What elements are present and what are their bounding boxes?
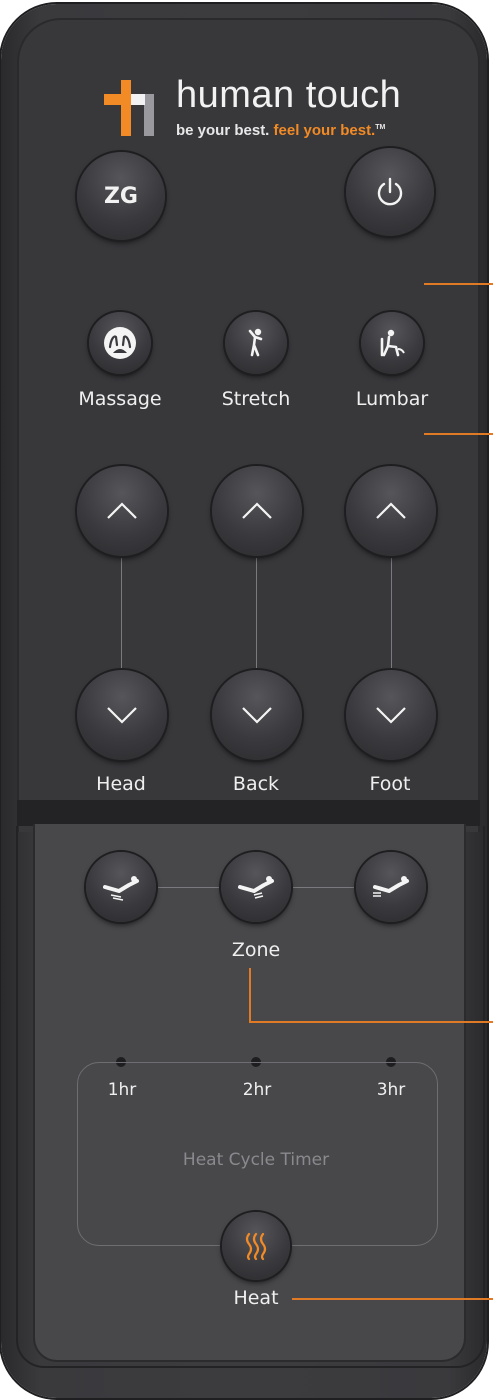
stretch-label: Stretch [221, 388, 291, 410]
lumbar-button[interactable] [361, 312, 423, 374]
tagline-accent: feel your best. [273, 122, 376, 139]
massage-hands-icon [104, 327, 136, 359]
chevron-up-icon [107, 502, 137, 519]
chevron-down-icon [107, 707, 137, 724]
lumbar-label: Lumbar [355, 388, 429, 410]
remote-control: human touch be your best. feel your best… [0, 0, 493, 1400]
stretch-button[interactable] [225, 312, 287, 374]
back-label: Back [232, 773, 280, 795]
upper-zone-button[interactable] [86, 852, 156, 922]
stretch-person-icon [248, 328, 263, 357]
back-down-button[interactable] [212, 670, 302, 760]
foot-down-button[interactable] [346, 670, 436, 760]
head-up-button[interactable] [77, 466, 167, 556]
chevron-down-icon [376, 707, 406, 724]
callout-line-programs-top [424, 283, 493, 285]
tagline-prefix: be your best. [176, 122, 270, 139]
back-rail [256, 550, 257, 680]
chevron-down-icon [242, 707, 272, 724]
callout-line-heat [292, 1298, 493, 1300]
foot-label: Foot [369, 773, 411, 795]
timer-2hr-label: 2hr [242, 1080, 272, 1100]
upper-zone-icon [103, 876, 139, 901]
panel-divider [17, 800, 480, 826]
callout-line-zone-horizontal [249, 1021, 493, 1023]
massage-label: Massage [78, 388, 162, 410]
brand-tagline: be your best. feel your best.TM [176, 122, 385, 139]
chevron-up-icon [242, 502, 272, 519]
power-icon [377, 177, 403, 206]
lower-zone-icon [373, 876, 409, 897]
human-touch-logo-icon [104, 80, 154, 136]
brand-logo: human touch be your best. feel your best… [104, 74, 434, 142]
callout-line-programs-bottom [424, 433, 493, 435]
massage-button[interactable] [89, 312, 151, 374]
head-rail [121, 550, 122, 680]
zero-gravity-button[interactable]: ZG [77, 152, 165, 240]
heat-label: Heat [233, 1287, 279, 1309]
heat-cycle-timer-title: Heat Cycle Timer [182, 1150, 330, 1170]
zg-label: ZG [103, 183, 138, 209]
chevron-up-icon [376, 502, 406, 519]
brand-name: human touch [176, 74, 402, 116]
middle-zone-icon [238, 876, 274, 899]
head-down-button[interactable] [77, 670, 167, 760]
back-up-button[interactable] [212, 466, 302, 556]
head-label: Head [96, 773, 146, 795]
timer-1hr-label: 1hr [107, 1080, 137, 1100]
foot-rail [391, 550, 392, 680]
trademark-mark: TM [375, 124, 386, 131]
middle-zone-button[interactable] [221, 852, 291, 922]
heat-button[interactable] [222, 1212, 290, 1280]
zone-label: Zone [231, 939, 281, 961]
foot-up-button[interactable] [346, 466, 436, 556]
timer-3hr-label: 3hr [376, 1080, 406, 1100]
lumbar-seated-icon [380, 329, 405, 357]
callout-line-zone-vertical [249, 968, 251, 1023]
heat-waves-icon [245, 1232, 267, 1261]
power-button[interactable] [346, 148, 434, 236]
lower-zone-button[interactable] [356, 852, 426, 922]
